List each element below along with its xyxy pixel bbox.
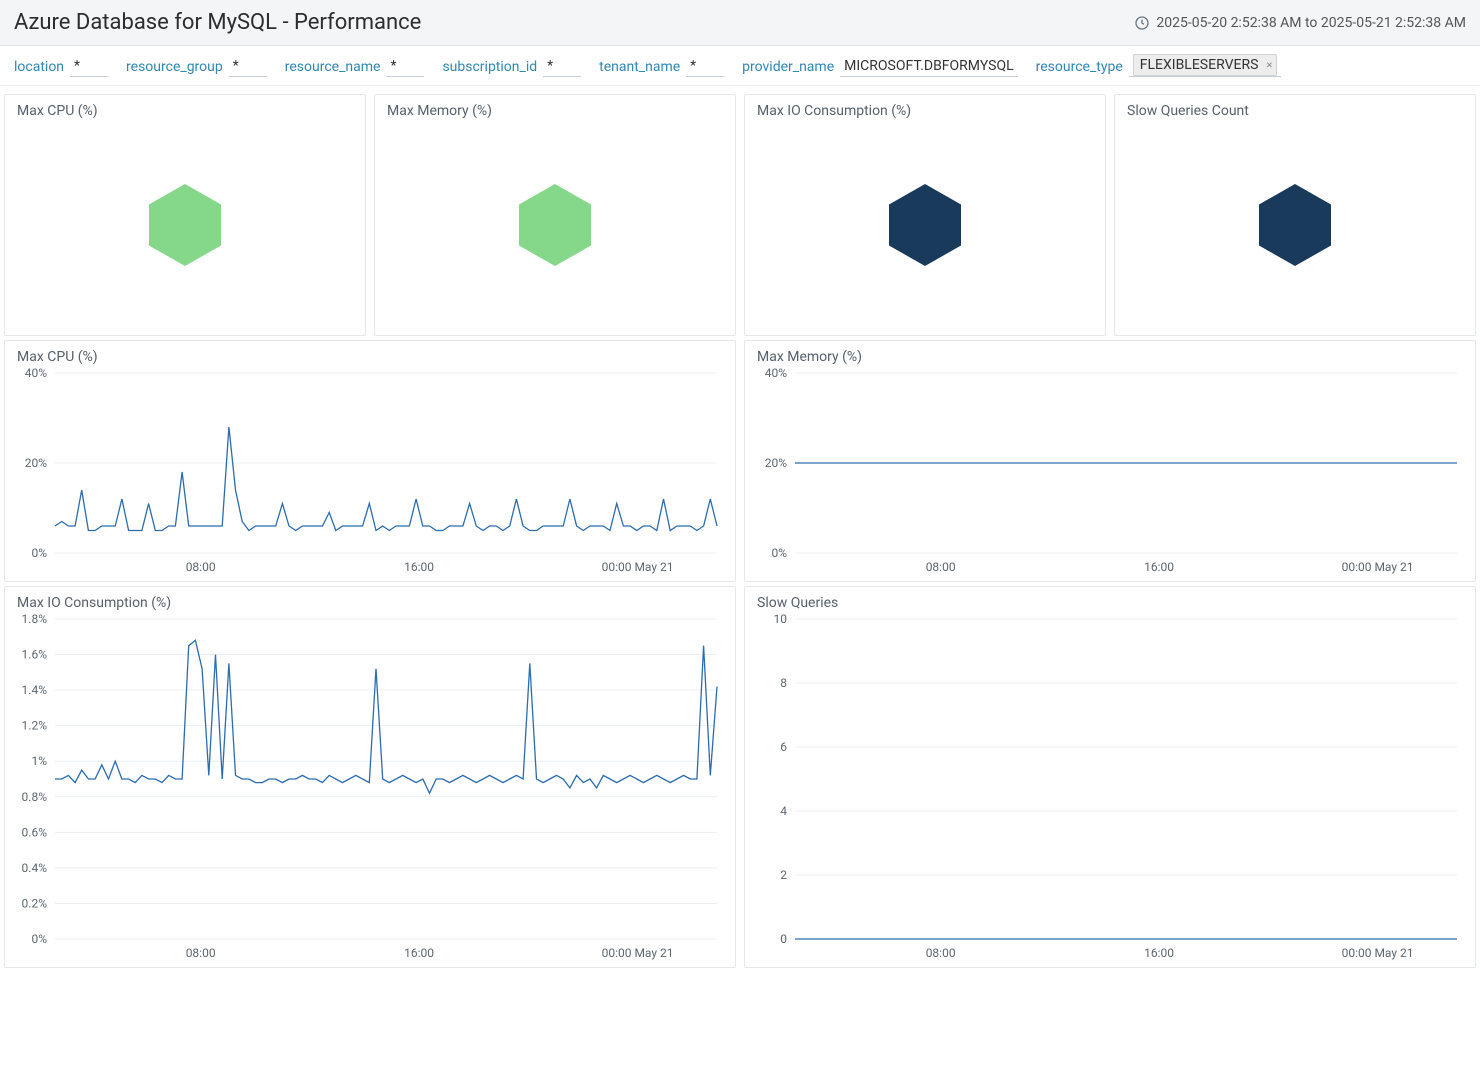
chart-svg[interactable]: 0% 20% 40% 08:00 16:00 00:00 May 21 xyxy=(745,341,1475,581)
chart-row-mid: Max CPU (%) 0% 20% 40% 08:00 16:00 00:00 May 2… xyxy=(4,340,1476,582)
svg-text:16:00: 16:00 xyxy=(1144,560,1174,574)
chart-title: Slow Queries xyxy=(757,595,838,611)
tile-title: Slow Queries Count xyxy=(1127,103,1249,119)
svg-text:0.6%: 0.6% xyxy=(22,825,48,839)
svg-text:10: 10 xyxy=(774,612,788,626)
hex-indicator xyxy=(519,184,591,266)
filter-tenant_name[interactable]: tenant_name * xyxy=(599,57,724,77)
tile-1[interactable]: Max Memory (%) xyxy=(374,94,736,336)
chart-svg[interactable]: 0% 20% 40% 08:00 16:00 00:00 May 21 xyxy=(5,341,735,581)
series-line xyxy=(55,640,717,793)
svg-text:0: 0 xyxy=(780,932,787,946)
svg-text:0%: 0% xyxy=(31,932,47,946)
chart-title: Max IO Consumption (%) xyxy=(17,595,171,611)
svg-text:16:00: 16:00 xyxy=(404,560,434,574)
chart-svg[interactable]: 0 2 4 6 8 10 08:00 16:00 00:00 May 21 xyxy=(745,587,1475,967)
remove-chip-icon[interactable]: × xyxy=(1267,59,1273,72)
chart-svg[interactable]: 0% 0.2% 0.4% 0.6% 0.8% 1% 1.2% 1.4% 1.6% 1.8% 08:0… xyxy=(5,587,735,967)
hex-indicator xyxy=(889,184,961,266)
filter-value: MICROSOFT.DBFORMYSQL xyxy=(840,57,1018,77)
filter-value[interactable]: * xyxy=(686,57,724,77)
filter-value[interactable]: * xyxy=(386,57,424,77)
svg-text:00:00 May 21: 00:00 May 21 xyxy=(1342,560,1414,574)
filter-value[interactable]: * xyxy=(543,57,581,77)
svg-text:1.6%: 1.6% xyxy=(22,648,48,662)
svg-text:08:00: 08:00 xyxy=(186,946,216,960)
hex-indicator xyxy=(149,184,221,266)
svg-text:8: 8 xyxy=(780,676,787,690)
filter-resource_type[interactable]: resource_type FLEXIBLESERVERS× xyxy=(1036,56,1282,77)
chart-row-big: Max IO Consumption (%) 0% 0.2% 0.4% 0.6% 0.8%… xyxy=(4,586,1476,968)
tile-title: Max IO Consumption (%) xyxy=(757,103,911,119)
filter-label: resource_type xyxy=(1036,59,1123,75)
filter-bar: location*resource_group*resource_name*su… xyxy=(0,46,1480,86)
time-range-picker[interactable]: 2025-05-20 2:52:38 AM to 2025-05-21 2:52… xyxy=(1134,15,1466,31)
svg-text:20%: 20% xyxy=(765,456,787,470)
filter-label: tenant_name xyxy=(599,59,680,75)
svg-text:1.2%: 1.2% xyxy=(22,719,48,733)
svg-text:40%: 40% xyxy=(765,366,787,380)
filter-label: provider_name xyxy=(742,59,834,75)
svg-text:16:00: 16:00 xyxy=(404,946,434,960)
svg-text:6: 6 xyxy=(780,740,787,754)
page-header: Azure Database for MySQL - Performance 2… xyxy=(0,0,1480,46)
tile-3[interactable]: Slow Queries Count xyxy=(1114,94,1476,336)
filter-resource_name[interactable]: resource_name * xyxy=(285,57,425,77)
filter-value[interactable]: * xyxy=(229,57,267,77)
svg-text:1.8%: 1.8% xyxy=(22,612,48,626)
svg-text:2: 2 xyxy=(780,868,787,882)
svg-text:16:00: 16:00 xyxy=(1144,946,1174,960)
svg-text:0%: 0% xyxy=(771,546,787,560)
filter-provider_name[interactable]: provider_name MICROSOFT.DBFORMYSQL xyxy=(742,57,1017,77)
svg-text:0.4%: 0.4% xyxy=(22,861,48,875)
tile-0[interactable]: Max CPU (%) xyxy=(4,94,366,336)
svg-text:1.4%: 1.4% xyxy=(22,683,48,697)
svg-text:08:00: 08:00 xyxy=(926,946,956,960)
panel-io-chart[interactable]: Max IO Consumption (%) 0% 0.2% 0.4% 0.6% 0.8%… xyxy=(4,586,736,968)
tile-title: Max Memory (%) xyxy=(387,103,492,119)
panel-memory-chart[interactable]: Max Memory (%) 0% 20% 40% 08:00 16:00 00:00 Ma… xyxy=(744,340,1476,582)
filter-location[interactable]: location * xyxy=(14,57,108,77)
svg-text:4: 4 xyxy=(780,804,787,818)
svg-text:0.2%: 0.2% xyxy=(22,896,48,910)
svg-text:0%: 0% xyxy=(31,546,47,560)
svg-text:00:00 May 21: 00:00 May 21 xyxy=(602,560,674,574)
svg-text:08:00: 08:00 xyxy=(926,560,956,574)
svg-text:40%: 40% xyxy=(25,366,47,380)
svg-text:00:00 May 21: 00:00 May 21 xyxy=(1342,946,1414,960)
filter-value[interactable]: * xyxy=(70,57,108,77)
filter-label: subscription_id xyxy=(442,59,537,75)
page-title: Azure Database for MySQL - Performance xyxy=(14,10,421,35)
svg-text:08:00: 08:00 xyxy=(186,560,216,574)
tile-row: Max CPU (%) Max Memory (%) Max IO Consumpt… xyxy=(4,94,1476,336)
hex-indicator xyxy=(1259,184,1331,266)
filter-chip[interactable]: FLEXIBLESERVERS× xyxy=(1133,54,1278,76)
clock-icon xyxy=(1134,15,1150,31)
svg-text:1%: 1% xyxy=(31,754,47,768)
filter-label: resource_name xyxy=(285,59,381,75)
filter-label: resource_group xyxy=(126,59,223,75)
tile-2[interactable]: Max IO Consumption (%) xyxy=(744,94,1106,336)
filter-subscription_id[interactable]: subscription_id * xyxy=(442,57,581,77)
filter-label: location xyxy=(14,59,64,75)
tile-title: Max CPU (%) xyxy=(17,103,98,119)
svg-text:00:00 May 21: 00:00 May 21 xyxy=(602,946,674,960)
svg-text:20%: 20% xyxy=(25,456,47,470)
series-line xyxy=(55,427,717,531)
chart-title: Max Memory (%) xyxy=(757,349,862,365)
panel-slow-chart[interactable]: Slow Queries 0 2 4 6 8 10 08:00 16:00 00:00 May 2… xyxy=(744,586,1476,968)
chart-title: Max CPU (%) xyxy=(17,349,98,365)
panel-cpu-chart[interactable]: Max CPU (%) 0% 20% 40% 08:00 16:00 00:00 May 2… xyxy=(4,340,736,582)
time-range-label: 2025-05-20 2:52:38 AM to 2025-05-21 2:52… xyxy=(1156,15,1466,31)
filter-resource_group[interactable]: resource_group * xyxy=(126,57,267,77)
svg-text:0.8%: 0.8% xyxy=(22,790,48,804)
